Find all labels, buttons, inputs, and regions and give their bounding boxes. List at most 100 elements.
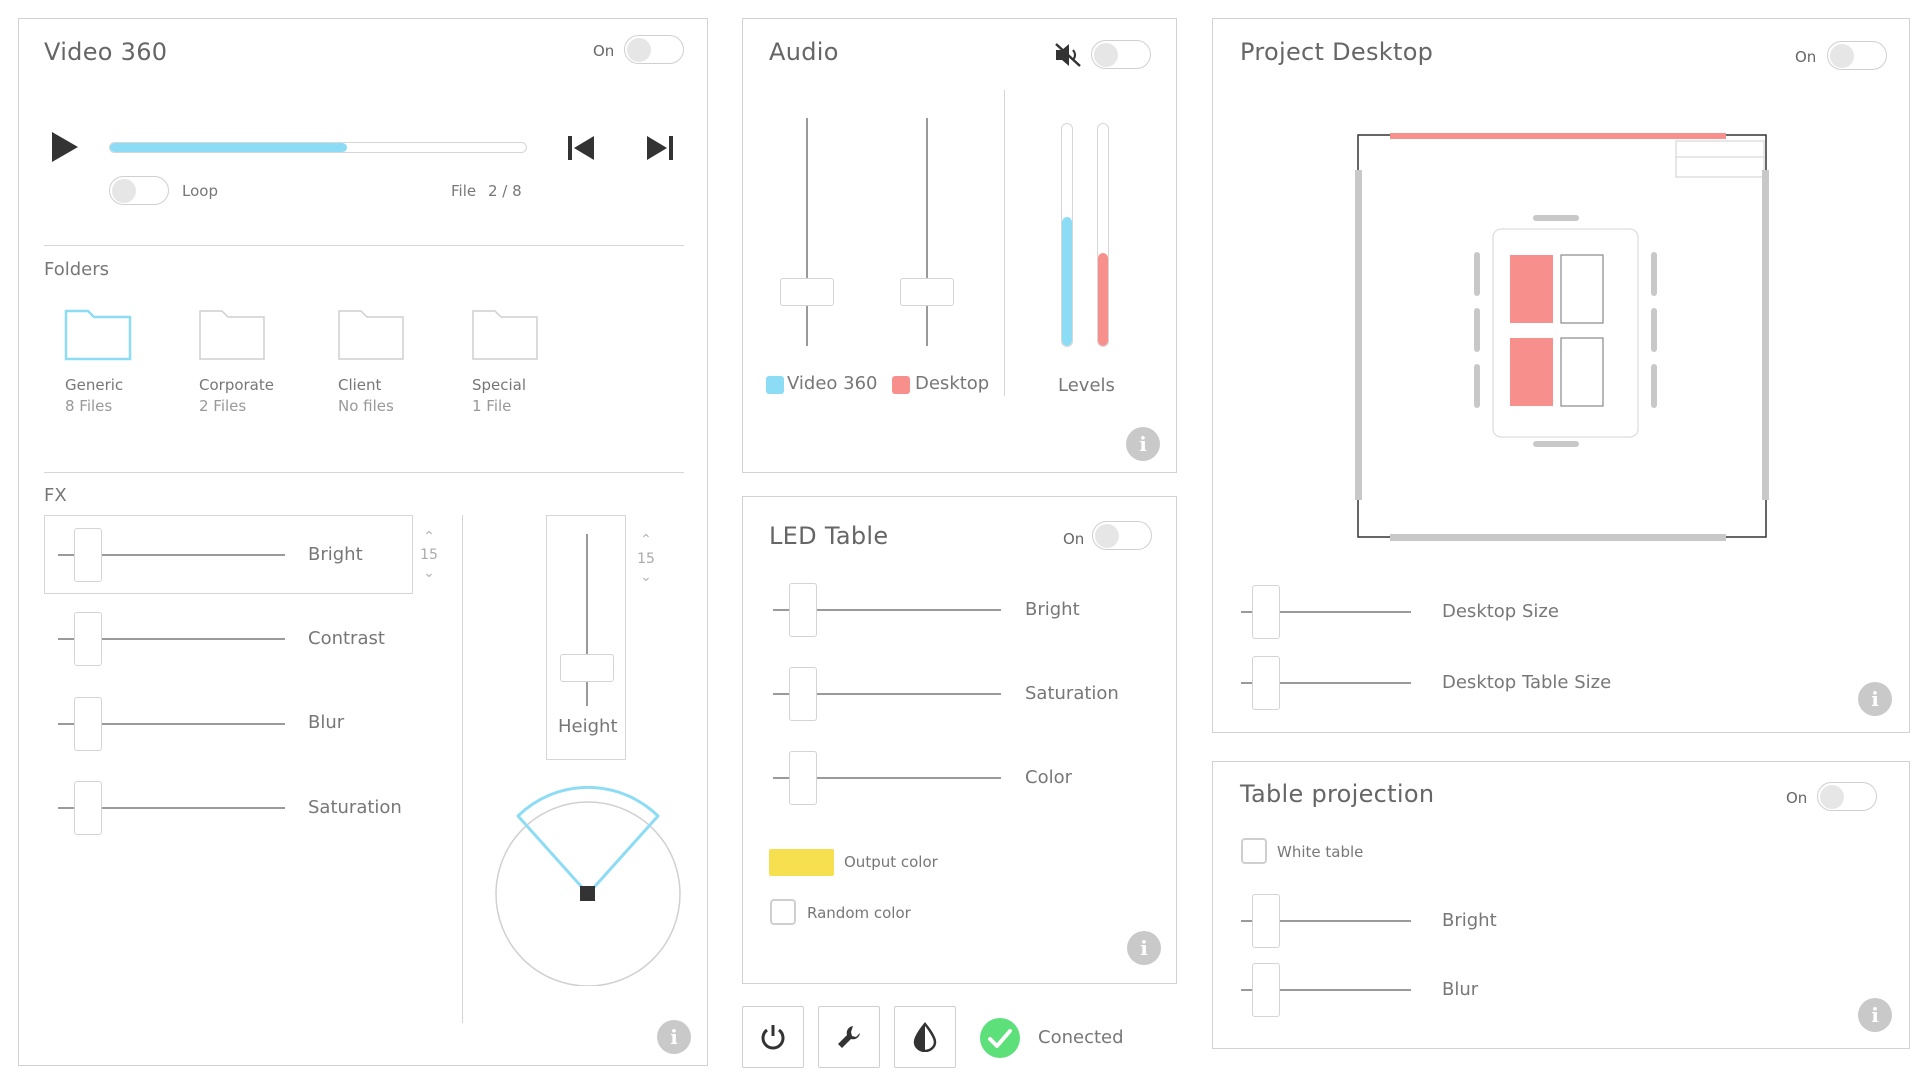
desktop-size-slider[interactable]	[1241, 585, 1411, 639]
folder-icon	[64, 309, 132, 361]
led-saturation-slider[interactable]	[773, 667, 1001, 721]
desktop-table-size-label: Desktop Table Size	[1442, 672, 1612, 693]
height-spin-down-icon[interactable]: ⌄	[636, 570, 656, 584]
fx-blur-slider[interactable]	[58, 697, 285, 751]
led-table-info-icon[interactable]: i	[1127, 931, 1161, 965]
white-table-checkbox[interactable]	[1241, 838, 1267, 864]
desktop-fader[interactable]	[900, 118, 954, 346]
led-color-slider[interactable]	[773, 751, 1001, 805]
fx-contrast-label: Contrast	[308, 628, 385, 649]
progress-fill	[110, 143, 348, 152]
fx-blur-label: Blur	[308, 712, 345, 733]
project-desktop-title: Project Desktop	[1240, 38, 1434, 66]
table-projection-on-label: On	[1786, 789, 1808, 807]
level-meter-video360	[1061, 123, 1073, 347]
levels-label: Levels	[1058, 375, 1115, 396]
file-counter: 2 / 8	[488, 182, 522, 200]
folder-name: Special	[472, 376, 527, 394]
play-icon[interactable]	[50, 130, 80, 164]
bright-spin-value[interactable]: 15	[419, 548, 439, 562]
led-saturation-label: Saturation	[1025, 683, 1119, 704]
folder-count: No files	[338, 397, 394, 415]
project-desktop-on-label: On	[1795, 48, 1817, 66]
height-spin-value[interactable]: 15	[636, 552, 656, 566]
legend-video360	[766, 376, 784, 394]
led-table-toggle[interactable]	[1092, 521, 1152, 550]
audio-title: Audio	[769, 38, 839, 66]
connected-check-icon	[980, 1018, 1020, 1058]
table-projection-info-icon[interactable]: i	[1858, 998, 1892, 1032]
legend-desktop-label: Desktop	[915, 373, 990, 394]
divider	[1004, 90, 1005, 396]
tp-bright-slider[interactable]	[1241, 894, 1411, 948]
height-spin-up-icon[interactable]: ⌃	[636, 533, 656, 547]
progress-bar[interactable]	[109, 142, 527, 153]
folder-count: 8 Files	[65, 397, 113, 415]
contrast-button[interactable]	[894, 1006, 956, 1068]
video360-toggle[interactable]	[624, 35, 684, 64]
led-bright-slider[interactable]	[773, 583, 1001, 637]
divider	[462, 515, 463, 1023]
wrench-icon	[838, 1026, 860, 1048]
table-projection-toggle[interactable]	[1817, 782, 1877, 811]
folder-icon	[199, 310, 265, 360]
folder-count: 1 File	[472, 397, 512, 415]
folder-name: Generic	[65, 376, 124, 394]
output-color-swatch[interactable]	[769, 849, 834, 876]
led-table-title: LED Table	[769, 522, 889, 550]
height-slider[interactable]	[560, 534, 614, 706]
video360-on-label: On	[593, 42, 615, 60]
view-angle-dial[interactable]	[490, 786, 686, 986]
fx-bright-label: Bright	[308, 544, 363, 565]
random-color-checkbox[interactable]	[770, 899, 796, 925]
loop-label: Loop	[182, 182, 218, 200]
fx-heading: FX	[44, 485, 67, 506]
bright-spin-up-icon[interactable]: ⌃	[419, 530, 439, 544]
tp-blur-slider[interactable]	[1241, 963, 1411, 1017]
folders-heading: Folders	[44, 259, 110, 280]
led-bright-label: Bright	[1025, 599, 1080, 620]
power-icon	[761, 1025, 785, 1050]
audio-toggle[interactable]	[1091, 40, 1151, 69]
bright-spin-down-icon[interactable]: ⌄	[419, 566, 439, 580]
settings-button[interactable]	[818, 1006, 880, 1068]
contrast-drop-icon	[913, 1022, 937, 1052]
power-button[interactable]	[742, 1006, 804, 1068]
output-color-label: Output color	[844, 853, 938, 871]
project-desktop-toggle[interactable]	[1827, 41, 1887, 70]
legend-video360-label: Video 360	[787, 373, 878, 394]
fx-saturation-slider[interactable]	[58, 781, 285, 835]
audio-info-icon[interactable]: i	[1126, 427, 1160, 461]
height-label: Height	[558, 716, 618, 737]
previous-track-icon[interactable]	[566, 134, 596, 162]
mute-icon[interactable]	[1054, 42, 1082, 68]
led-table-on-label: On	[1063, 530, 1085, 548]
video360-info-icon[interactable]: i	[657, 1020, 691, 1054]
legend-desktop	[892, 376, 910, 394]
divider	[44, 472, 684, 473]
random-color-label: Random color	[807, 904, 911, 922]
folder-name: Corporate	[199, 376, 274, 394]
tp-bright-label: Bright	[1442, 910, 1497, 931]
video360-title: Video 360	[44, 38, 168, 66]
connection-status: Conected	[1038, 1027, 1124, 1048]
fx-contrast-slider[interactable]	[58, 612, 285, 666]
fx-bright-slider[interactable]	[58, 528, 285, 582]
tp-blur-label: Blur	[1442, 979, 1479, 1000]
table-projection-title: Table projection	[1240, 780, 1435, 808]
loop-toggle[interactable]	[109, 176, 169, 205]
next-track-icon[interactable]	[645, 134, 675, 162]
divider	[44, 245, 684, 246]
desktop-table-size-slider[interactable]	[1241, 656, 1411, 710]
folder-icon	[472, 310, 538, 360]
project-desktop-info-icon[interactable]: i	[1858, 682, 1892, 716]
desktop-size-label: Desktop Size	[1442, 601, 1559, 622]
video360-fader[interactable]	[780, 118, 834, 346]
fx-saturation-label: Saturation	[308, 797, 402, 818]
white-table-label: White table	[1277, 843, 1364, 861]
desktop-layout-diagram[interactable]	[1350, 125, 1780, 545]
level-meter-desktop	[1097, 123, 1109, 347]
folder-name: Client	[338, 376, 382, 394]
folder-count: 2 Files	[199, 397, 247, 415]
folder-icon	[338, 310, 404, 360]
